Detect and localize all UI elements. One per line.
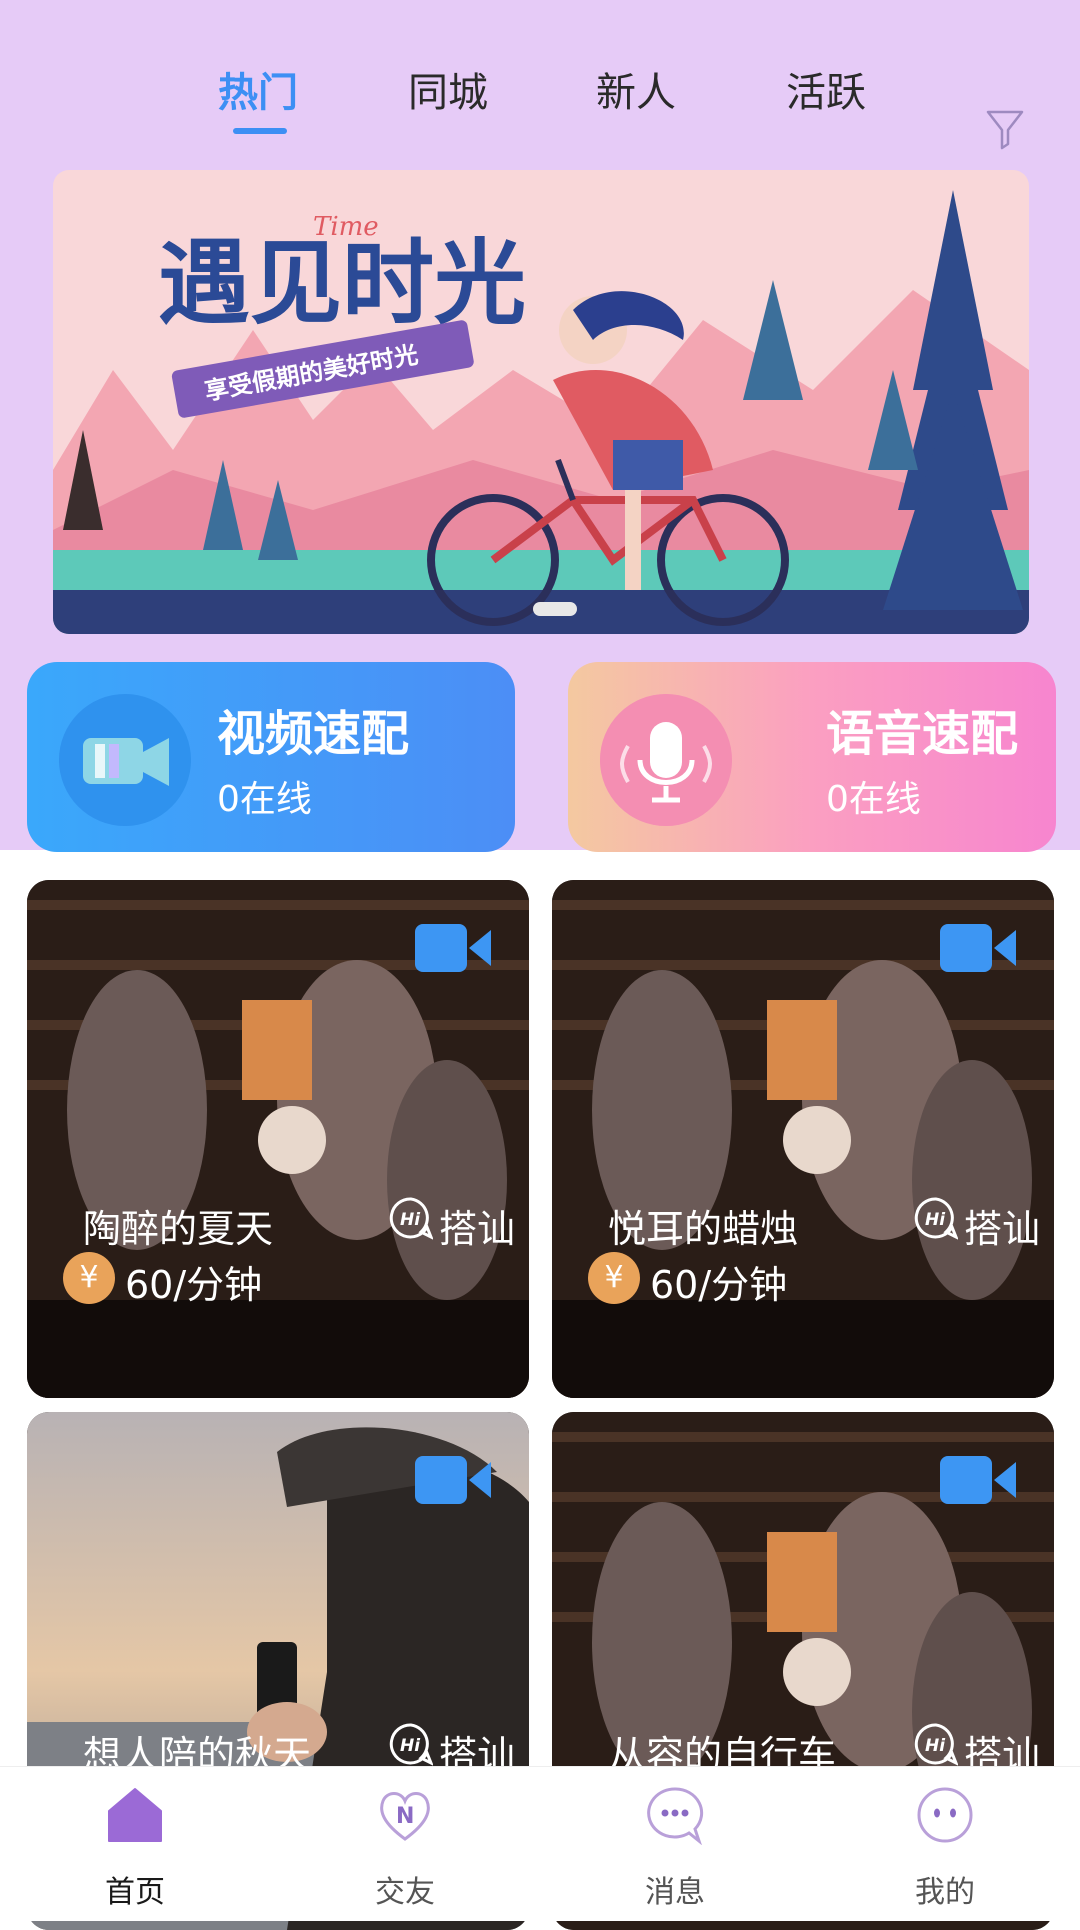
tab-bar: 热门 同城 新人 活跃: [0, 50, 1080, 150]
nav-home[interactable]: 首页: [45, 1767, 225, 1921]
svg-text:Hi: Hi: [400, 1210, 421, 1230]
video-match-card[interactable]: 视频速配 0在线: [27, 662, 515, 852]
nav-messages[interactable]: 消息: [585, 1767, 765, 1921]
user-card[interactable]: 悦耳的蜡烛 Hi 搭讪 ¥ 60/分钟: [552, 880, 1054, 1398]
nav-friends[interactable]: N 交友: [315, 1767, 495, 1921]
chat-bubble-icon: [647, 1787, 704, 1845]
nav-profile[interactable]: 我的: [855, 1767, 1035, 1921]
coin-icon: ¥: [588, 1252, 640, 1304]
call-price: 60/分钟: [125, 1263, 263, 1307]
svg-text:Hi: Hi: [925, 1210, 946, 1230]
voice-online-count: 0在线: [826, 779, 921, 820]
video-online-count: 0在线: [217, 779, 312, 820]
greet-button[interactable]: 搭讪: [964, 1198, 1040, 1253]
user-card[interactable]: 陶醉的夏天 Hi 搭讪 ¥ 60/分钟: [27, 880, 529, 1398]
video-match-title: 视频速配: [217, 706, 410, 762]
video-call-icon[interactable]: [415, 1456, 491, 1504]
nav-home-label: 首页: [105, 1875, 165, 1910]
video-call-icon[interactable]: [415, 924, 491, 972]
nav-messages-label: 消息: [645, 1875, 705, 1910]
hi-chat-icon[interactable]: Hi: [914, 1196, 958, 1240]
banner-illustration: 遇见时光 Time 享受假期的美好时光: [53, 170, 1029, 634]
microphone-icon: [600, 694, 732, 826]
heart-n-icon: N: [380, 1792, 430, 1841]
bottom-navigation: 首页 N 交友 消息 我的: [0, 1766, 1080, 1921]
filter-icon[interactable]: [985, 108, 1025, 152]
video-call-icon[interactable]: [940, 924, 1016, 972]
nav-profile-label: 我的: [915, 1875, 975, 1910]
voice-match-card[interactable]: 语音速配 0在线: [568, 662, 1056, 852]
video-camera-icon: [59, 694, 191, 826]
home-icon: [108, 1788, 162, 1842]
svg-text:遇见时光: 遇见时光: [158, 230, 526, 337]
voice-match-title: 语音速配: [826, 706, 1019, 762]
svg-text:Hi: Hi: [400, 1736, 421, 1756]
video-call-icon[interactable]: [940, 1456, 1016, 1504]
banner-page-indicator: [533, 602, 577, 616]
nav-friends-label: 交友: [375, 1875, 435, 1910]
promo-banner[interactable]: 遇见时光 Time 享受假期的美好时光: [53, 170, 1029, 634]
hi-chat-icon[interactable]: Hi: [389, 1196, 433, 1240]
svg-text:N: N: [396, 1804, 414, 1829]
tab-hot[interactable]: 热门: [188, 60, 328, 118]
hi-chat-icon[interactable]: Hi: [914, 1722, 958, 1766]
tab-new-users[interactable]: 新人: [566, 60, 706, 118]
greet-button[interactable]: 搭讪: [439, 1198, 515, 1253]
hi-chat-icon[interactable]: Hi: [389, 1722, 433, 1766]
user-nickname: 陶醉的夏天: [83, 1207, 274, 1251]
call-price: 60/分钟: [650, 1263, 788, 1307]
active-tab-indicator: [233, 128, 287, 134]
svg-text:Hi: Hi: [925, 1736, 946, 1756]
svg-text:Time: Time: [313, 212, 379, 242]
face-icon: [917, 1787, 973, 1843]
tab-same-city[interactable]: 同城: [378, 60, 518, 118]
tab-active[interactable]: 活跃: [756, 60, 896, 118]
coin-icon: ¥: [63, 1252, 115, 1304]
user-nickname: 悦耳的蜡烛: [608, 1207, 799, 1251]
